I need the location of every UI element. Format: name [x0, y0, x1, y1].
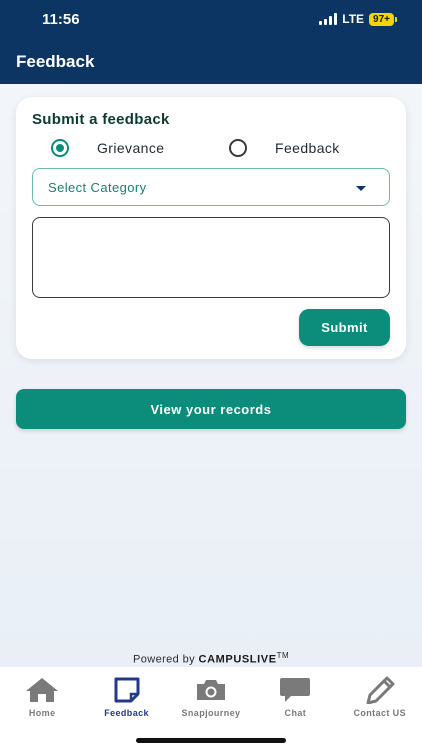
- home-indicator: [136, 738, 286, 743]
- nav-label-feedback: Feedback: [104, 708, 149, 718]
- battery-icon: 97+: [369, 12, 397, 26]
- category-placeholder: Select Category: [48, 179, 147, 195]
- nav-item-contact[interactable]: Contact US: [338, 676, 422, 750]
- status-indicators: LTE 97+: [319, 12, 397, 26]
- feedback-message-input[interactable]: [32, 217, 390, 298]
- pencil-icon: [363, 676, 397, 704]
- radio-grievance[interactable]: Grievance: [51, 139, 164, 157]
- caret-down-icon: [356, 186, 366, 191]
- form-title: Submit a feedback: [32, 111, 170, 128]
- network-label: LTE: [342, 12, 365, 26]
- status-time: 11:56: [42, 11, 80, 28]
- camera-icon: [194, 676, 228, 704]
- feedback-icon: [110, 676, 144, 704]
- top-bar: 11:56 LTE 97+ Feedback: [0, 0, 422, 84]
- submit-button[interactable]: Submit: [299, 309, 390, 346]
- nav-label-chat: Chat: [284, 708, 307, 718]
- powered-prefix: Powered by: [132, 653, 196, 666]
- powered-by: Powered by CAMPUSLIVETM: [0, 651, 422, 666]
- radio-feedback-label: Feedback: [275, 140, 340, 156]
- category-select[interactable]: Select Category: [32, 168, 390, 206]
- page-title: Feedback: [16, 52, 95, 71]
- nav-label-snapjourney: Snapjourney: [181, 708, 241, 718]
- view-records-button[interactable]: View your records: [16, 389, 406, 429]
- signal-icon: [319, 13, 338, 25]
- nav-item-home[interactable]: Home: [0, 676, 84, 750]
- nav-label-home: Home: [28, 708, 56, 718]
- radio-feedback[interactable]: Feedback: [229, 139, 340, 157]
- chat-icon: [278, 676, 312, 704]
- feedback-form-card: Submit a feedback Grievance Feedback Sel…: [16, 97, 406, 359]
- trademark: TM: [276, 651, 290, 660]
- nav-label-contact: Contact US: [353, 708, 406, 718]
- radio-grievance-label: Grievance: [97, 140, 165, 156]
- radio-unchecked-icon: [229, 139, 247, 157]
- radio-checked-icon: [51, 139, 69, 157]
- home-icon: [25, 676, 59, 704]
- brand-name: CAMPUSLIVE: [198, 653, 277, 666]
